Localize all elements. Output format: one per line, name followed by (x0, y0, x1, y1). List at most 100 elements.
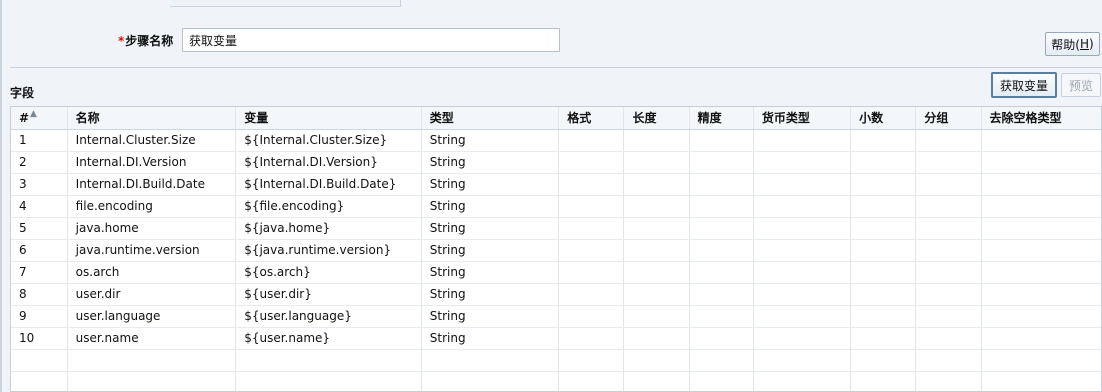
table-cell[interactable]: String (421, 305, 560, 328)
table-cell[interactable] (850, 261, 917, 284)
table-cell[interactable] (981, 327, 1101, 350)
table-cell[interactable] (558, 217, 625, 240)
table-cell[interactable] (850, 239, 917, 262)
table-cell[interactable] (850, 283, 917, 306)
table-cell[interactable] (753, 217, 852, 240)
column-header[interactable]: 格式 (558, 107, 625, 130)
preview-button[interactable]: 预览 (1061, 73, 1101, 97)
table-cell[interactable] (981, 239, 1101, 262)
table-cell[interactable] (981, 305, 1101, 328)
table-cell[interactable] (623, 283, 690, 306)
table-cell[interactable] (753, 261, 852, 284)
table-cell[interactable] (915, 195, 982, 218)
table-cell[interactable]: String (421, 151, 560, 174)
table-cell[interactable]: String (421, 195, 560, 218)
table-cell[interactable] (981, 349, 1101, 372)
table-row[interactable]: 1 Internal.Cluster.Size ${Internal.Cluster… (11, 129, 1101, 152)
table-cell[interactable]: 4 (11, 195, 68, 218)
table-cell[interactable] (753, 239, 852, 262)
table-cell[interactable] (421, 371, 560, 391)
sort-ascending-icon[interactable]: ▲ (30, 110, 38, 119)
table-cell[interactable] (558, 327, 625, 350)
table-cell[interactable] (850, 151, 917, 174)
table-row[interactable]: 8 user.dir ${user.dir} String (11, 283, 1101, 306)
table-cell[interactable] (981, 217, 1101, 240)
table-cell[interactable] (623, 261, 690, 284)
table-cell[interactable]: ${Internal.DI.Version} (235, 151, 422, 174)
fields-table[interactable]: # 名称 变量 类型 格式 长度 精度 货币类型 小数 分组 去除空格类型 1I… (11, 107, 1101, 391)
table-cell[interactable] (915, 283, 982, 306)
table-cell[interactable]: 6 (11, 239, 68, 262)
table-cell[interactable]: String (421, 129, 560, 152)
column-header[interactable]: 类型 (421, 107, 560, 130)
table-cell[interactable] (915, 327, 982, 350)
table-cell[interactable] (753, 349, 852, 372)
empty-table-row[interactable] (11, 349, 1101, 372)
table-cell[interactable] (623, 217, 690, 240)
table-cell[interactable] (753, 371, 852, 391)
table-cell[interactable] (915, 261, 982, 284)
table-cell[interactable] (623, 327, 690, 350)
column-header[interactable]: 名称 (67, 107, 237, 130)
column-header[interactable]: 长度 (623, 107, 690, 130)
table-cell[interactable] (11, 371, 68, 391)
table-cell[interactable] (689, 217, 754, 240)
column-header[interactable]: 变量 (235, 107, 422, 130)
table-cell[interactable] (753, 327, 852, 350)
column-header[interactable]: 货币类型 (753, 107, 852, 130)
table-cell[interactable]: 8 (11, 283, 68, 306)
table-cell[interactable] (981, 151, 1101, 174)
table-cell[interactable] (915, 151, 982, 174)
table-cell[interactable] (850, 217, 917, 240)
help-button[interactable]: 帮助(H) (1045, 32, 1100, 56)
table-cell[interactable]: java.home (67, 217, 237, 240)
table-cell[interactable]: os.arch (67, 261, 237, 284)
column-header[interactable]: # (11, 107, 68, 130)
table-cell[interactable] (689, 261, 754, 284)
table-cell[interactable]: Internal.DI.Build.Date (67, 173, 237, 196)
table-row[interactable]: 4 file.encoding ${file.encoding} String (11, 195, 1101, 218)
table-cell[interactable]: 9 (11, 305, 68, 328)
table-cell[interactable] (753, 283, 852, 306)
table-cell[interactable] (623, 371, 690, 391)
table-cell[interactable] (915, 217, 982, 240)
table-cell[interactable] (67, 371, 237, 391)
table-cell[interactable] (850, 195, 917, 218)
table-cell[interactable] (981, 129, 1101, 152)
table-cell[interactable]: ${os.arch} (235, 261, 422, 284)
empty-table-row[interactable] (11, 371, 1101, 391)
table-cell[interactable] (981, 173, 1101, 196)
table-cell[interactable] (915, 173, 982, 196)
table-cell[interactable]: 2 (11, 151, 68, 174)
table-cell[interactable] (981, 195, 1101, 218)
table-cell[interactable] (623, 129, 690, 152)
table-row[interactable]: 3 Internal.DI.Build.Date ${Internal.DI.Bui… (11, 173, 1101, 196)
table-cell[interactable]: ${Internal.DI.Build.Date} (235, 173, 422, 196)
table-cell[interactable] (915, 239, 982, 262)
table-cell[interactable] (850, 305, 917, 328)
table-cell[interactable] (689, 239, 754, 262)
table-cell[interactable]: 1 (11, 129, 68, 152)
table-cell[interactable]: String (421, 327, 560, 350)
table-cell[interactable] (67, 349, 237, 372)
table-row[interactable]: 5 java.home ${java.home} String (11, 217, 1101, 240)
table-cell[interactable] (689, 151, 754, 174)
table-cell[interactable] (850, 173, 917, 196)
table-cell[interactable] (558, 151, 625, 174)
table-cell[interactable] (689, 349, 754, 372)
table-cell[interactable]: String (421, 261, 560, 284)
table-cell[interactable] (981, 371, 1101, 391)
table-cell[interactable]: user.name (67, 327, 237, 350)
table-cell[interactable] (558, 129, 625, 152)
table-cell[interactable] (623, 239, 690, 262)
table-row[interactable]: 9 user.language ${user.language} String (11, 305, 1101, 328)
table-cell[interactable] (981, 283, 1101, 306)
step-name-input[interactable] (182, 28, 560, 52)
table-cell[interactable] (689, 173, 754, 196)
table-cell[interactable]: 10 (11, 327, 68, 350)
table-row[interactable]: 2 Internal.DI.Version ${Internal.DI.Versio… (11, 151, 1101, 174)
table-cell[interactable] (689, 371, 754, 391)
table-cell[interactable] (915, 305, 982, 328)
table-cell[interactable] (981, 261, 1101, 284)
table-cell[interactable]: ${Internal.Cluster.Size} (235, 129, 422, 152)
